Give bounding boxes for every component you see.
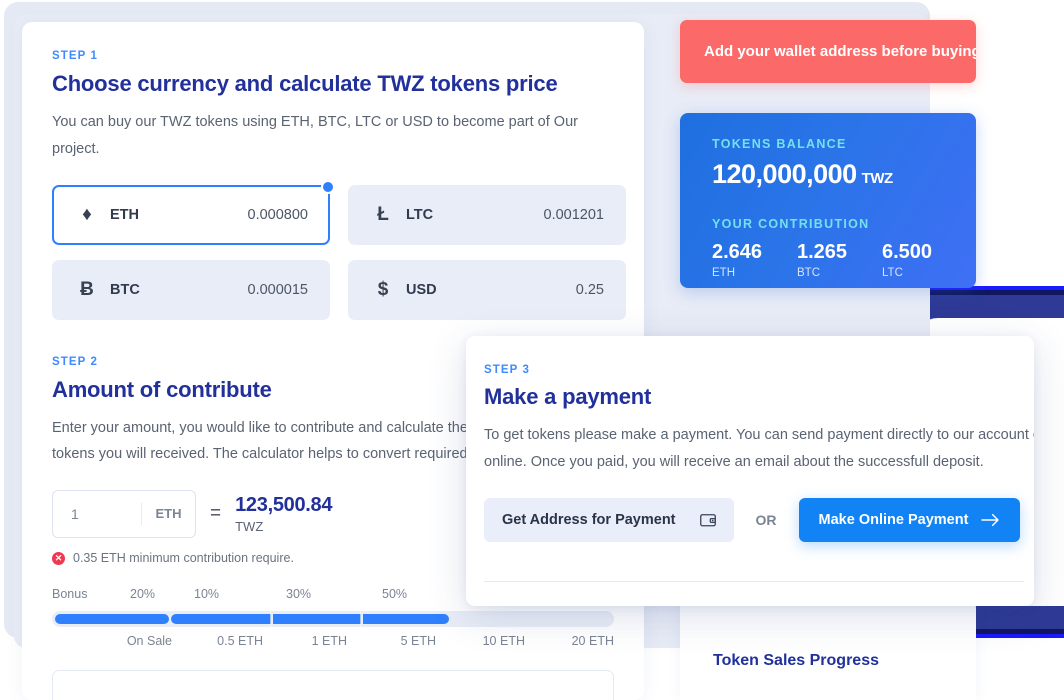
dollar-icon: $ — [370, 280, 396, 299]
contribution-eth-code: ETH — [712, 267, 797, 279]
amount-input-unit: ETH — [141, 503, 195, 525]
contribution-eth-value: 2.646 — [712, 241, 797, 264]
contribution-btc-value: 1.265 — [797, 241, 882, 264]
selected-indicator-dot — [321, 180, 335, 194]
currency-code-eth: ETH — [110, 207, 139, 223]
or-separator-label: OR — [756, 512, 777, 528]
step-3-description-line-1: To get tokens please make a payment. You… — [484, 422, 1034, 449]
alert-message: Add your wallet address before buying — [704, 43, 976, 60]
step-1-description: You can buy our TWZ tokens using ETH, BT… — [52, 109, 614, 163]
contribution-values-row: 2.646 ETH 1.265 BTC 6.500 LTC — [712, 241, 976, 279]
step-1-section: STEP 1 Choose currency and calculate TWZ… — [52, 50, 614, 320]
step-1-label: STEP 1 — [52, 50, 614, 62]
bonus-label: Bonus — [52, 587, 130, 605]
ethereum-icon: ♦ — [74, 205, 100, 224]
bonus-percent-3: 50% — [382, 587, 478, 605]
result-amount: 123,500.84 — [235, 494, 332, 517]
wallet-address-alert: Add your wallet address before buying — [680, 20, 976, 83]
bonus-tier-0: On Sale — [52, 634, 172, 648]
tokens-balance-label: TOKENS BALANCE — [712, 137, 976, 151]
currency-rate-ltc: 0.001201 — [544, 207, 604, 223]
token-sales-progress-card: Token Sales Progress — [680, 600, 976, 700]
screenshot-root: STEP 1 Choose currency and calculate TWZ… — [0, 0, 1064, 700]
your-contribution-label: YOUR CONTRIBUTION — [712, 217, 976, 231]
totals-table: + 20% SALE BONUS + 30% AMOUNT BONUS TOTA… — [52, 670, 614, 700]
currency-rate-btc: 0.000015 — [248, 282, 308, 298]
currency-code-btc: BTC — [110, 282, 140, 298]
tokens-balance-card: TOKENS BALANCE 120,000,000 TWZ YOUR CONTR… — [680, 113, 976, 288]
result-token: TWZ — [235, 519, 332, 534]
bonus-percent-1: 10% — [194, 587, 286, 605]
bonus-percent-2: 30% — [286, 587, 382, 605]
bonus-progress-track[interactable] — [52, 611, 614, 627]
step-3-label: STEP 3 — [484, 364, 1034, 376]
modal-divider — [484, 581, 1024, 582]
tokens-balance-amount: 120,000,000 TWZ — [712, 159, 976, 190]
bitcoin-icon: Ƀ — [74, 280, 100, 299]
litecoin-icon: Ł — [370, 205, 396, 224]
currency-code-ltc: LTC — [406, 207, 433, 223]
bonus-segment-2 — [273, 614, 361, 624]
currency-rate-usd: 0.25 — [576, 282, 604, 298]
currency-rate-eth: 0.000800 — [248, 207, 308, 223]
error-icon: ✕ — [52, 552, 65, 565]
bonus-segment-0 — [55, 614, 169, 624]
currency-card-usd[interactable]: $ USD 0.25 — [348, 260, 626, 320]
contribution-ltc-value: 6.500 — [882, 241, 967, 264]
wallet-icon — [700, 513, 716, 527]
equals-sign: = — [210, 503, 221, 525]
calculated-result: 123,500.84 TWZ — [235, 494, 332, 534]
token-sales-progress-title: Token Sales Progress — [713, 652, 976, 670]
bonus-segment-1 — [171, 614, 271, 624]
bonus-tier-3: 5 ETH — [347, 634, 436, 648]
step-3-description-line-2: online. Once you paid, you will receive … — [484, 449, 1034, 476]
bonus-tier-5: 20 ETH — [525, 634, 614, 648]
bonus-tier-1: 0.5 ETH — [172, 634, 263, 648]
contribution-ltc: 6.500 LTC — [882, 241, 967, 279]
bonus-percent-0: 20% — [130, 587, 194, 605]
contribution-btc: 1.265 BTC — [797, 241, 882, 279]
balance-number: 120,000,000 — [712, 159, 857, 189]
contribution-btc-code: BTC — [797, 267, 882, 279]
balance-token-code: TWZ — [862, 170, 893, 187]
contribution-eth: 2.646 ETH — [712, 241, 797, 279]
currency-card-eth[interactable]: ♦ ETH 0.000800 — [52, 185, 330, 245]
get-address-button[interactable]: Get Address for Payment — [484, 498, 734, 542]
step-3-modal: STEP 3 Make a payment To get tokens plea… — [466, 336, 1034, 606]
make-online-payment-button[interactable]: Make Online Payment — [799, 498, 1020, 542]
currency-card-btc[interactable]: Ƀ BTC 0.000015 — [52, 260, 330, 320]
contribution-ltc-code: LTC — [882, 267, 967, 279]
get-address-button-label: Get Address for Payment — [502, 512, 676, 528]
make-online-payment-label: Make Online Payment — [819, 512, 969, 528]
amount-input[interactable]: 1 ETH — [52, 490, 196, 538]
step-1-title: Choose currency and calculate TWZ tokens… — [52, 71, 614, 97]
bonus-segment-3 — [363, 614, 449, 624]
amount-input-value[interactable]: 1 — [53, 506, 141, 522]
bonus-tier-4: 10 ETH — [436, 634, 525, 648]
currency-selector-grid: ♦ ETH 0.000800 Ł LTC 0.001201 Ƀ BTC 0.00… — [52, 185, 614, 320]
arrow-right-icon — [981, 513, 1000, 527]
payment-actions-row: Get Address for Payment OR Make Online P… — [484, 498, 1034, 542]
bonus-tier-2: 1 ETH — [263, 634, 347, 648]
step-3-title: Make a payment — [484, 384, 1034, 410]
currency-card-ltc[interactable]: Ł LTC 0.001201 — [348, 185, 626, 245]
error-message: 0.35 ETH minimum contribution require. — [73, 551, 294, 565]
bonus-tier-labels: On Sale 0.5 ETH 1 ETH 5 ETH 10 ETH 20 ET… — [52, 634, 614, 648]
currency-code-usd: USD — [406, 282, 437, 298]
